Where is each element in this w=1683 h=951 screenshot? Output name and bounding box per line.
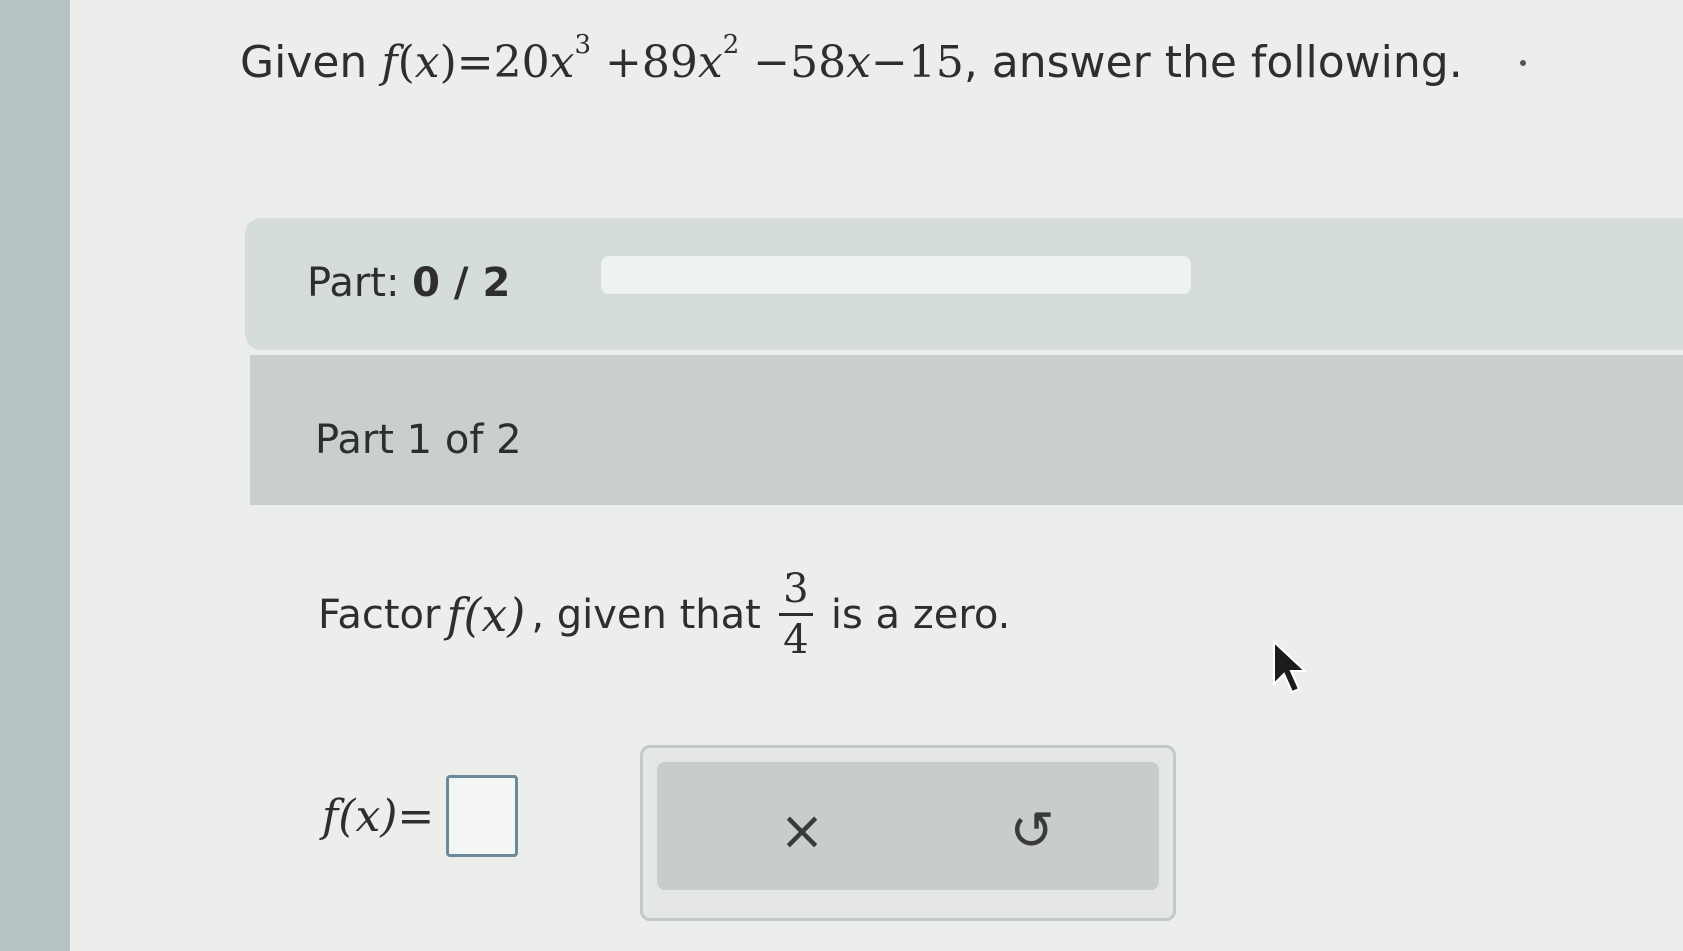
- part-header-title: Part 1 of 2: [315, 417, 522, 463]
- term-4-const: −15: [870, 37, 964, 88]
- answer-input[interactable]: [446, 775, 519, 857]
- term-3-coef: −58: [753, 37, 847, 88]
- undo-button[interactable]: ↺: [987, 790, 1077, 870]
- answer-row: f(x)=: [322, 775, 519, 857]
- question-text: Given f(x)=20x3 +89x2 −58x−15, answer th…: [240, 30, 1463, 88]
- question-tail: , answer the following.: [963, 37, 1463, 88]
- fraction-denominator: 4: [783, 617, 809, 663]
- term-1-coef: =20: [456, 37, 550, 88]
- progress-label: Part: 0 / 2: [307, 260, 511, 306]
- zero-fraction: 3 4: [778, 565, 813, 664]
- left-margin-strip: [0, 0, 70, 951]
- prompt-text: Factor f(x) , given that 3 4 is a zero.: [318, 565, 1010, 664]
- function-variable: x: [414, 37, 440, 88]
- prompt-function: f(x): [446, 587, 526, 642]
- answer-toolbar: × ↺: [640, 745, 1176, 921]
- progress-track: [601, 256, 1191, 294]
- prompt-mid: , given that: [531, 591, 761, 638]
- prompt-tail: is a zero.: [830, 591, 1011, 638]
- fraction-numerator: 3: [783, 566, 809, 612]
- prompt-lead: Factor: [318, 591, 441, 638]
- question-page: Given f(x)=20x3 +89x2 −58x−15, answer th…: [70, 0, 1683, 951]
- progress-value: 0 / 2: [412, 260, 511, 306]
- close-icon: ×: [779, 798, 825, 862]
- clear-button[interactable]: ×: [757, 790, 847, 870]
- exponent-3: 3: [574, 30, 592, 60]
- mouse-pointer-icon: [1273, 640, 1308, 694]
- part-header: Part 1 of 2: [250, 355, 1683, 505]
- answer-lhs: f(x)=: [322, 790, 435, 842]
- undo-icon: ↺: [1009, 798, 1055, 862]
- term-2-coef: +89: [605, 37, 698, 88]
- progress-bar-panel: Part: 0 / 2: [245, 218, 1683, 350]
- part-content: Factor f(x) , given that 3 4 is a zero. …: [250, 505, 1683, 951]
- function-name: f: [381, 37, 398, 88]
- toolbar-inner: × ↺: [657, 762, 1159, 890]
- stray-dot: [1520, 60, 1526, 66]
- exponent-2: 2: [722, 30, 740, 60]
- question-lead: Given: [240, 37, 368, 88]
